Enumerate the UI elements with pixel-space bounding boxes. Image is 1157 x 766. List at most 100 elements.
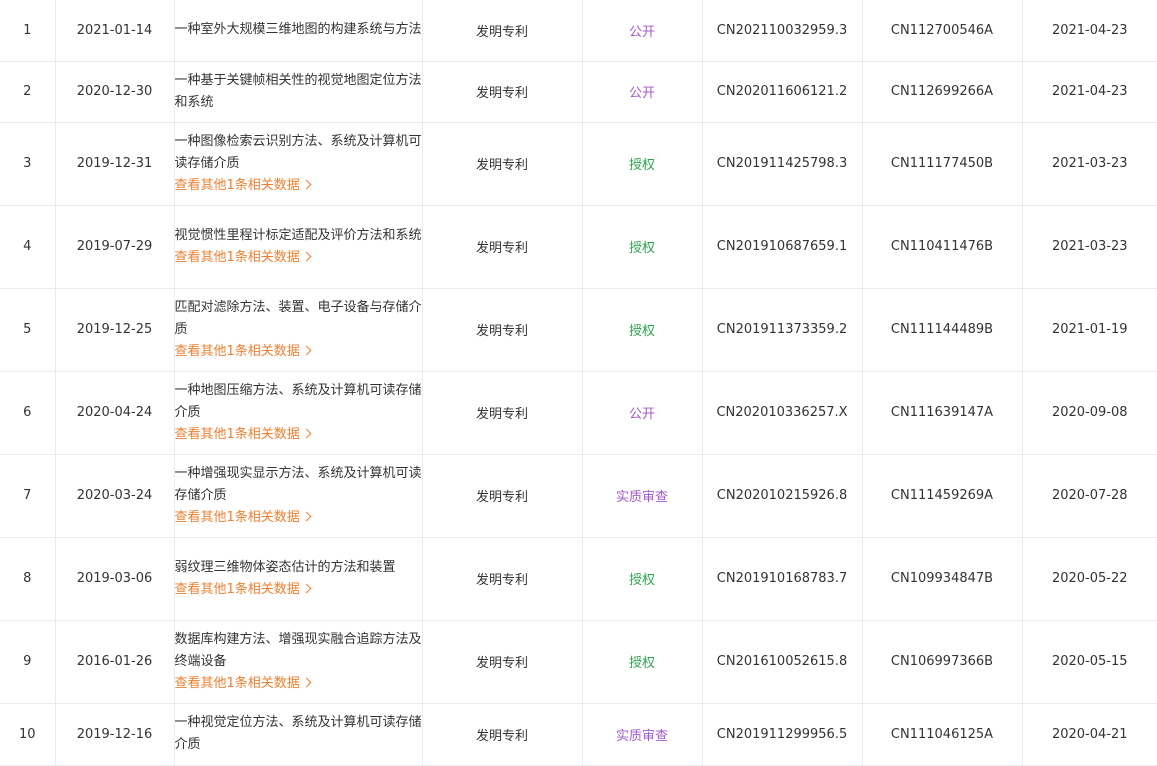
patent-title: 一种室外大规模三维地图的构建系统与方法 <box>174 22 422 38</box>
application-number-cell-text: CN201911425798.3 <box>716 156 848 171</box>
table-row: 6 2020-04-24 一种地图压缩方法、系统及计算机可读存储介质 查看其他1条相关… <box>0 370 1157 455</box>
application-date-cell-text: 2020-12-30 <box>76 84 153 99</box>
application-date-cell: 2020-04-24 <box>54 370 175 455</box>
legal-status-cell-text: 授权 <box>628 241 655 256</box>
patent-type-cell-text: 发明专利 <box>475 158 528 173</box>
patent-title: 一种增强现实显示方法、系统及计算机可读存储介质 <box>174 465 422 503</box>
publication-number-cell: CN109934847B <box>861 536 1023 621</box>
view-related-data-link[interactable]: 查看其他1条相关数据 <box>175 247 312 269</box>
application-date-cell: 2021-01-14 <box>54 0 175 62</box>
legal-status-cell-text: 公开 <box>628 24 655 40</box>
patent-type-cell-text: 发明专利 <box>475 490 528 505</box>
publication-number-cell-text: CN110411476B <box>890 239 994 254</box>
application-number-cell: CN202010336257.X <box>701 370 863 455</box>
publication-number-cell: CN106997366B <box>861 619 1023 704</box>
row-index-cell-text: 7 <box>23 488 32 503</box>
patent-type-cell: 发明专利 <box>421 536 583 621</box>
patent-type-cell: 发明专利 <box>421 619 583 704</box>
publication-number-cell: CN111144489B <box>861 287 1023 372</box>
patent-table: 1 2021-01-14 一种室外大规模三维地图的构建系统与方法 发明专利 公开 CN20… <box>0 0 1157 766</box>
publication-date-cell-text: 2020-05-22 <box>1051 571 1128 586</box>
publication-date-cell-text: 2021-04-23 <box>1051 22 1128 38</box>
publication-number-cell: CN112699266A <box>861 60 1023 123</box>
row-index-cell-text: 5 <box>23 322 32 337</box>
row-index-cell-text: 9 <box>23 654 32 669</box>
table-row: 2 2020-12-30 一种基于关键帧相关性的视觉地图定位方法和系统 发明专利 公开 C… <box>0 60 1157 123</box>
legal-status-cell-text: 实质审查 <box>615 490 668 505</box>
patent-title-cell: 一种室外大规模三维地图的构建系统与方法 <box>173 0 423 62</box>
patent-title: 一种视觉定位方法、系统及计算机可读存储介质 <box>174 715 422 752</box>
publication-date-cell: 2021-03-23 <box>1021 121 1157 206</box>
legal-status-cell: 授权 <box>581 121 703 206</box>
patent-type-cell: 发明专利 <box>421 702 583 766</box>
application-date-cell-text: 2020-03-24 <box>76 488 153 503</box>
row-index-cell: 7 <box>0 453 56 538</box>
legal-status-cell: 实质审查 <box>581 453 703 538</box>
publication-number-cell-text: CN106997366B <box>890 654 994 669</box>
application-number-cell-text: CN202110032959.3 <box>716 22 848 38</box>
row-index-cell: 8 <box>0 536 56 621</box>
row-index-cell-text: 8 <box>23 571 32 586</box>
application-date-cell: 2020-12-30 <box>54 60 175 123</box>
table-row: 8 2019-03-06 弱纹理三维物体姿态估计的方法和装置 查看其他1条相关数据 发明… <box>0 536 1157 621</box>
application-date-cell-text: 2019-07-29 <box>76 239 153 254</box>
row-index-cell-text: 10 <box>18 726 36 742</box>
publication-date-cell: 2020-07-28 <box>1021 453 1157 538</box>
patent-type-cell: 发明专利 <box>421 0 583 62</box>
view-related-data-label: 查看其他1条相关数据 <box>174 581 300 597</box>
publication-number-cell: CN112700546A <box>861 0 1023 62</box>
patent-type-cell-text: 发明专利 <box>475 241 528 256</box>
publication-number-cell: CN111459269A <box>861 453 1023 538</box>
publication-date-cell-text: 2021-03-23 <box>1051 156 1128 171</box>
table-row: 1 2021-01-14 一种室外大规模三维地图的构建系统与方法 发明专利 公开 CN20… <box>0 0 1157 62</box>
legal-status-cell: 授权 <box>581 287 703 372</box>
application-date-cell-text: 2019-12-16 <box>76 726 153 742</box>
view-related-data-link[interactable]: 查看其他1条相关数据 <box>174 175 312 197</box>
view-related-data-link[interactable]: 查看其他1条相关数据 <box>174 579 312 601</box>
application-number-cell: CN201911373359.2 <box>701 287 863 372</box>
publication-number-cell: CN111177450B <box>861 121 1023 206</box>
view-related-data-label: 查看其他1条相关数据 <box>174 177 300 193</box>
table-row: 4 2019-07-29 视觉惯性里程计标定适配及评价方法和系统 查看其他1条相关数据… <box>0 204 1157 289</box>
publication-number-cell-text: CN112700546A <box>890 22 994 38</box>
chevron-right-icon <box>301 179 312 189</box>
legal-status-cell-text: 授权 <box>628 324 655 339</box>
legal-status-cell-text: 公开 <box>628 86 655 101</box>
patent-title: 数据库构建方法、增强现实融合追踪方法及终端设备 <box>174 631 422 669</box>
row-index-cell-text: 6 <box>23 405 32 420</box>
application-number-cell-text: CN201911299956.5 <box>716 726 848 742</box>
publication-date-cell-text: 2020-07-28 <box>1051 488 1128 503</box>
patent-type-cell: 发明专利 <box>421 121 583 206</box>
chevron-right-icon <box>301 677 312 687</box>
legal-status-cell: 授权 <box>581 619 703 704</box>
patent-type-cell-text: 发明专利 <box>475 324 528 339</box>
legal-status-cell: 公开 <box>581 60 703 123</box>
table-row: 7 2020-03-24 一种增强现实显示方法、系统及计算机可读存储介质查看其他1条… <box>0 453 1157 538</box>
row-index-cell: 5 <box>0 287 56 372</box>
publication-date-cell-text: 2021-01-19 <box>1051 322 1128 337</box>
publication-date-cell: 2021-03-23 <box>1021 204 1157 289</box>
row-index-cell-text: 1 <box>23 22 32 38</box>
patent-table-body: 1 2021-01-14 一种室外大规模三维地图的构建系统与方法 发明专利 公开 CN20… <box>0 0 1157 766</box>
application-number-cell-text: CN202011606121.2 <box>716 84 848 99</box>
view-related-data-link[interactable]: 查看其他1条相关数据 <box>175 673 312 695</box>
application-date-cell-text: 2016-01-26 <box>76 654 153 669</box>
row-index-cell: 1 <box>0 0 56 62</box>
application-date-cell: 2019-03-06 <box>54 536 175 621</box>
legal-status-cell: 授权 <box>581 204 703 289</box>
application-number-cell-text: CN202010336257.X <box>716 405 848 420</box>
patent-title-cell: 一种图像检索云识别方法、系统及计算机可读存储介质 查看其他1条相关数据 <box>173 121 423 206</box>
publication-date-cell: 2020-05-15 <box>1021 619 1157 704</box>
view-related-data-link[interactable]: 查看其他1条相关数据 <box>175 507 312 529</box>
patent-type-cell: 发明专利 <box>421 370 583 455</box>
publication-date-cell: 2020-04-21 <box>1021 702 1157 766</box>
application-date-cell: 2019-07-29 <box>54 204 175 289</box>
patent-type-cell-text: 发明专利 <box>475 407 528 422</box>
view-related-data-link[interactable]: 查看其他1条相关数据 <box>175 424 312 446</box>
view-related-data-link[interactable]: 查看其他1条相关数据 <box>175 341 312 363</box>
publication-number-cell: CN111046125A <box>861 702 1023 766</box>
patent-type-cell: 发明专利 <box>421 287 583 372</box>
application-number-cell: CN201910687659.1 <box>701 204 863 289</box>
application-number-cell-text: CN201610052615.8 <box>716 654 848 669</box>
publication-number-cell-text: CN111459269A <box>890 488 994 503</box>
